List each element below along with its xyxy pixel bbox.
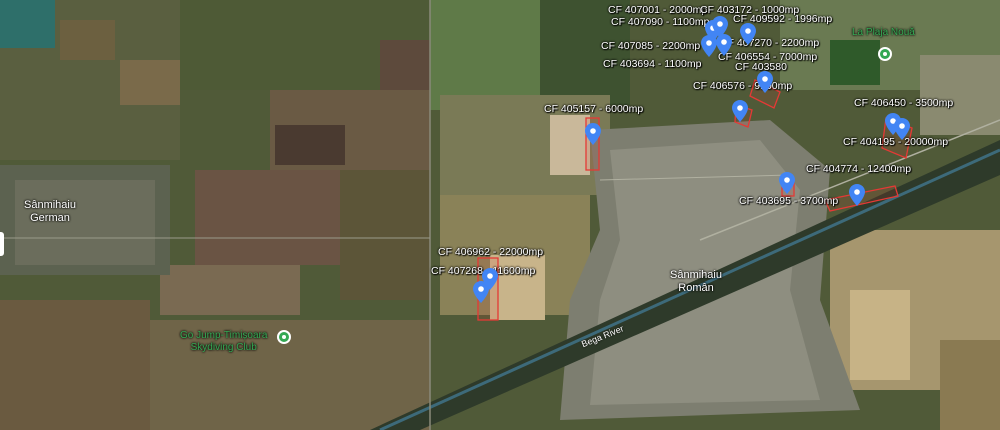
beach-poi-icon[interactable] [878,47,892,61]
parcel-label: CF 403694 - 1100mp [603,58,702,70]
map-pin[interactable] [894,118,910,140]
map-edge-handle[interactable] [0,232,4,256]
map-pin[interactable] [779,172,795,194]
map-pin[interactable] [701,35,717,57]
parcel-label: CF 404774 - 12400mp [806,163,912,175]
satellite-imagery [0,0,1000,430]
map-pin[interactable] [585,123,601,145]
map-pin[interactable] [740,23,756,45]
skydiving-poi-icon[interactable] [277,330,291,344]
parcel-label: CF 403695 - 3700mp [739,195,839,207]
map-pin[interactable] [757,71,773,93]
parcel-label: CF 406962 - 22000mp [438,246,544,258]
parcel-label: CF 407001 - 2000mp [608,4,708,16]
map-pin[interactable] [849,184,865,206]
place-label-sanmihaiu-roman: Sânmihaiu Român [670,269,722,294]
satellite-map[interactable]: CF 407001 - 2000mp CF 403172 - 1000mp CF… [0,0,1000,430]
poi-skydiving-label[interactable]: Go Jump-Timișoara Skydiving Club [180,330,267,354]
parcel-label: CF 407270 - 2200mp [720,37,820,49]
poi-la-plaja-noua-label[interactable]: La Plaja Nouă [852,27,915,39]
parcel-label: CF 405157 - 6000mp [544,103,644,115]
parcel-label: CF 406450 - 3500mp [854,97,954,109]
parcel-label: CF 406576 - 9100mp [693,80,793,92]
map-pin[interactable] [716,34,732,56]
map-pin[interactable] [732,100,748,122]
parcel-label: CF 407090 - 1100mp [611,16,710,28]
parcel-label: CF 407085 - 2200mp [601,40,701,52]
map-pin[interactable] [473,281,489,303]
place-label-sanmihaiu-german: Sânmihaiu German [24,199,76,224]
